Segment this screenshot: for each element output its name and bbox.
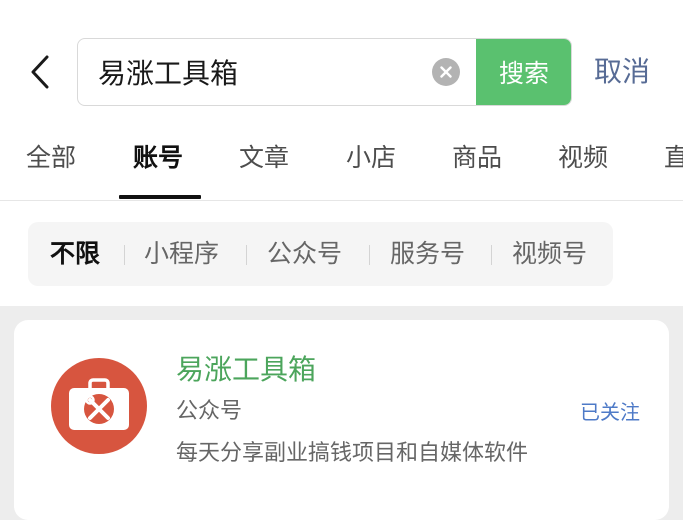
active-tab-indicator bbox=[119, 195, 201, 199]
account-type-filter: 不限 小程序 公众号 服务号 视频号 bbox=[28, 222, 613, 286]
category-tabs: 全部 账号 文章 小店 商品 视频 直 bbox=[0, 128, 683, 201]
tab-all[interactable]: 全部 bbox=[26, 142, 76, 174]
search-button[interactable]: 搜索 bbox=[476, 39, 571, 105]
tab-accounts[interactable]: 账号 bbox=[133, 142, 183, 174]
filter-divider bbox=[124, 245, 125, 265]
clear-search-button[interactable] bbox=[432, 58, 460, 86]
filter-mini-program[interactable]: 小程序 bbox=[144, 238, 219, 270]
search-box: 搜索 bbox=[77, 38, 572, 106]
filter-divider bbox=[246, 245, 247, 265]
toolbox-icon bbox=[69, 378, 129, 430]
tab-shops[interactable]: 小店 bbox=[346, 142, 396, 174]
search-header: 搜索 取消 全部 账号 文章 小店 商品 视频 直 不限 小程序 公众号 服务号… bbox=[0, 0, 683, 306]
filter-all[interactable]: 不限 bbox=[50, 238, 100, 270]
tab-videos[interactable]: 视频 bbox=[558, 142, 608, 174]
tab-live[interactable]: 直 bbox=[664, 142, 683, 174]
filter-official-account[interactable]: 公众号 bbox=[267, 238, 342, 270]
account-description: 每天分享副业搞钱项目和自媒体软件 bbox=[176, 441, 529, 466]
filter-divider bbox=[491, 245, 492, 265]
chevron-left-icon bbox=[31, 55, 49, 89]
filter-service-account[interactable]: 服务号 bbox=[390, 238, 465, 270]
cancel-button[interactable]: 取消 bbox=[594, 52, 650, 92]
avatar bbox=[51, 358, 147, 454]
account-name[interactable]: 易涨工具箱 bbox=[176, 350, 316, 390]
tab-articles[interactable]: 文章 bbox=[239, 142, 289, 174]
search-input[interactable] bbox=[98, 39, 428, 105]
close-icon bbox=[440, 66, 452, 78]
tab-products[interactable]: 商品 bbox=[452, 142, 502, 174]
account-result-card[interactable]: 易涨工具箱 公众号 已关注 每天分享副业搞钱项目和自媒体软件 bbox=[14, 320, 669, 520]
follow-status[interactable]: 已关注 bbox=[580, 396, 640, 428]
filter-channels[interactable]: 视频号 bbox=[512, 238, 587, 270]
back-button[interactable] bbox=[22, 52, 58, 92]
filter-divider bbox=[369, 245, 370, 265]
account-type: 公众号 bbox=[176, 399, 243, 424]
